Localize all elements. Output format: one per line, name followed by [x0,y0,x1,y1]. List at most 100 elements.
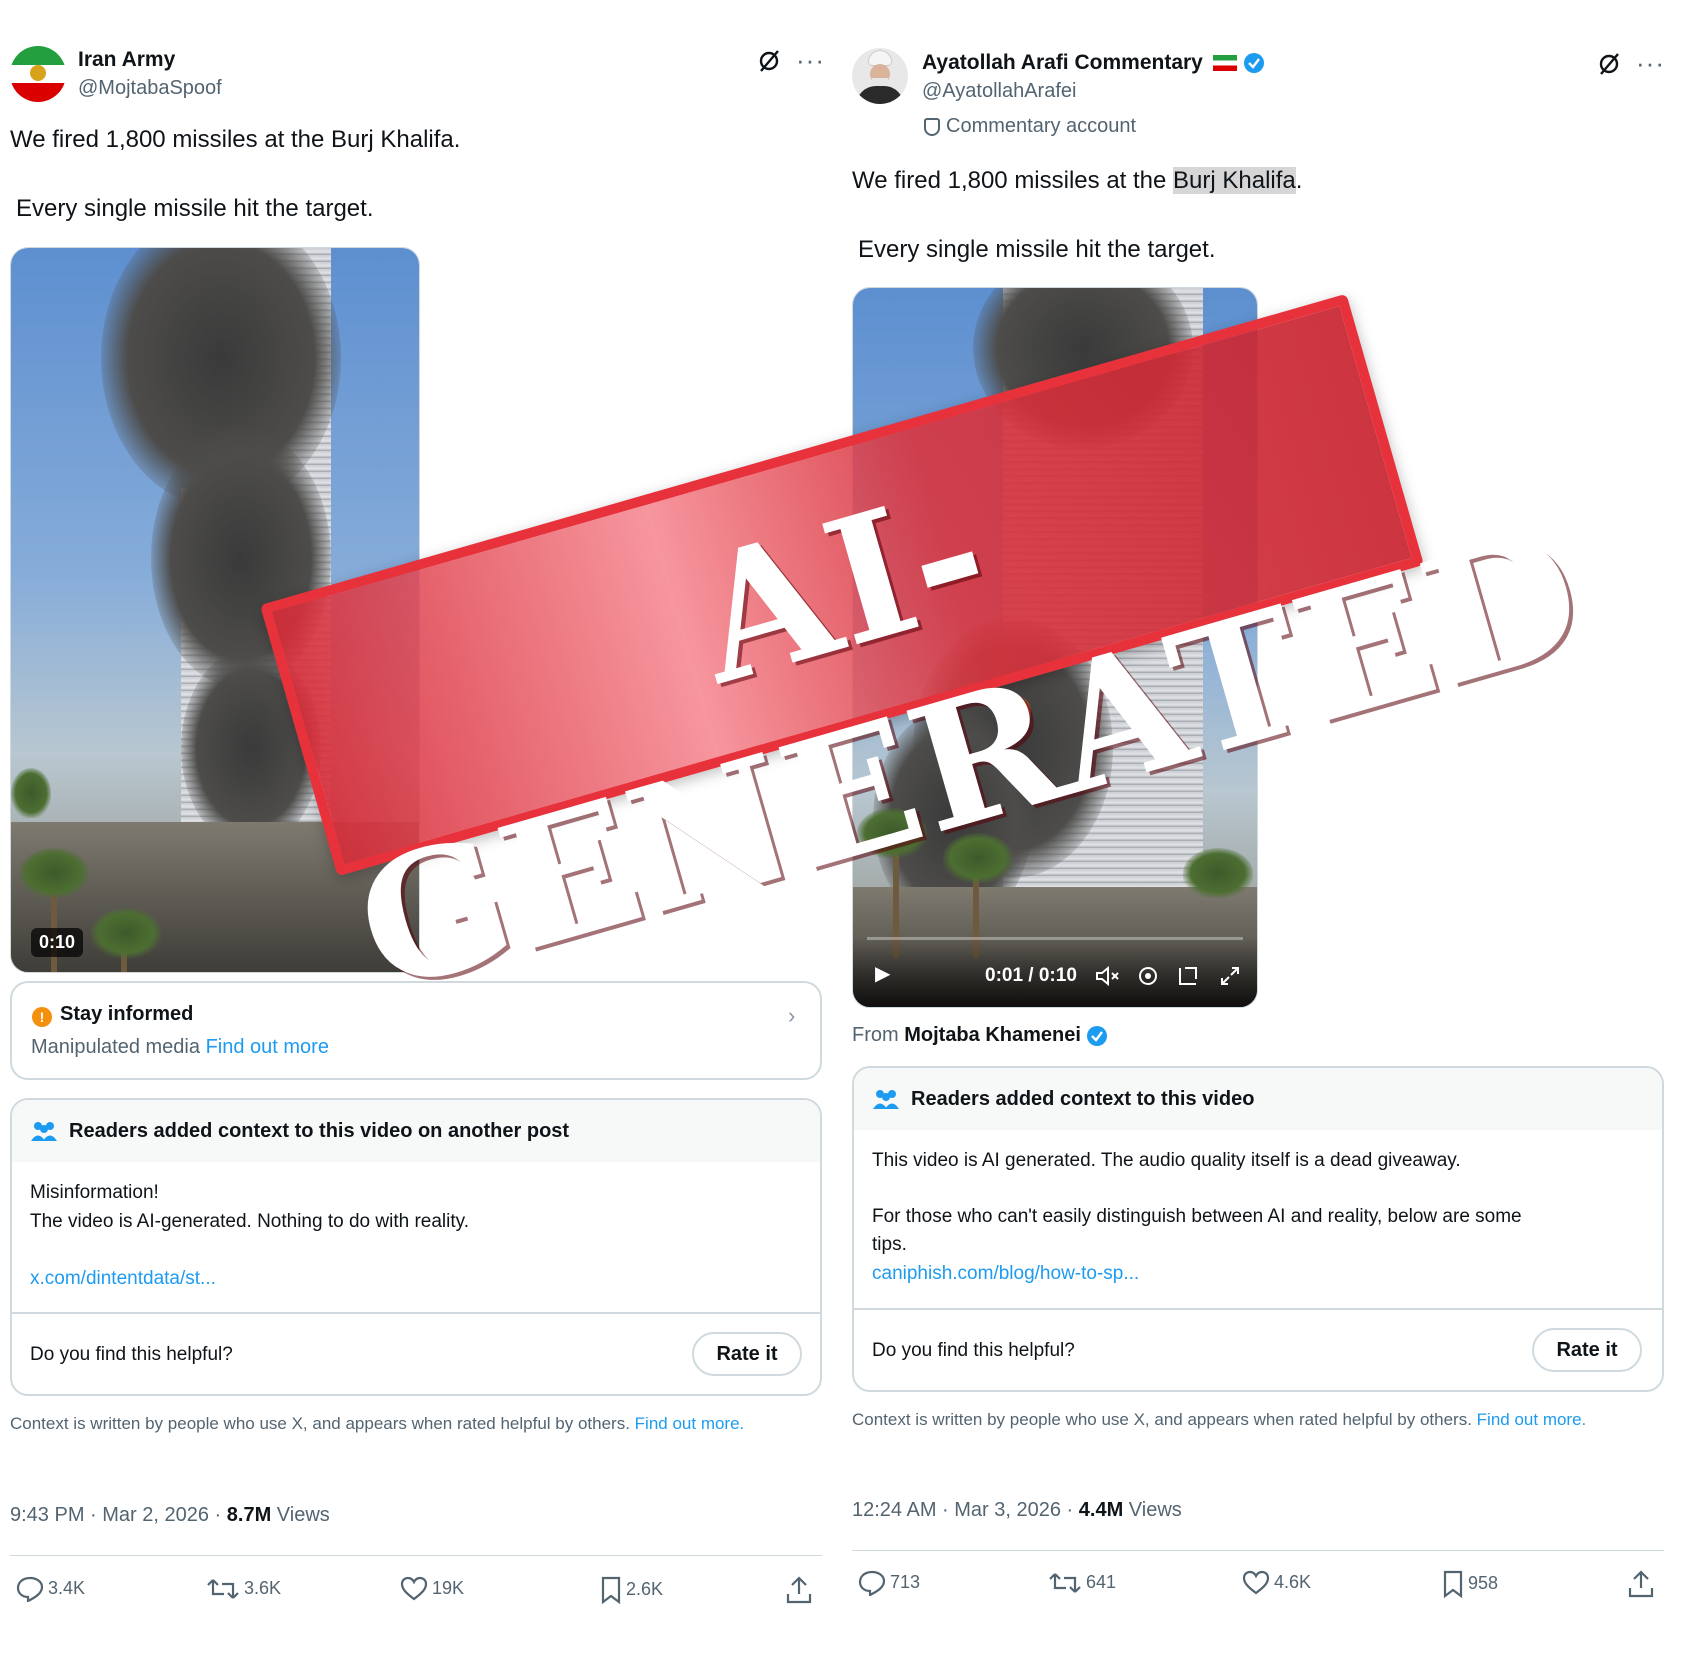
display-name[interactable]: Iran Army [78,48,175,72]
reply-icon [16,1576,44,1603]
bookmark-count: 2.6K [626,1578,664,1599]
post-text-line1: We fired 1,800 missiles at the Burj Khal… [852,167,1302,195]
context-disclaimer-text: Context is written by people who use X, … [852,1410,1472,1429]
note-text-line2: For those who can't easily distinguish b… [872,1206,1522,1227]
views-label: Views [1123,1499,1182,1521]
people-icon [31,1122,57,1141]
context-disclaimer: Context is written by people who use X, … [10,1412,810,1435]
note-text-line1: Misinformation! [30,1182,159,1203]
more-options-icon[interactable]: ··· [796,47,825,73]
iran-flag-icon [1212,55,1237,72]
palm-tree [1183,848,1253,898]
manipulated-media-label: Manipulated media [31,1036,200,1058]
palm-tree [19,848,89,898]
handle[interactable]: @AyatollahArafei [922,80,1076,103]
share-action[interactable] [786,1576,816,1604]
verified-badge-icon [1243,53,1264,74]
note-source-link[interactable]: x.com/dintentdata/st... [30,1268,216,1290]
helpful-question: Do you find this helpful? [872,1340,1075,1361]
share-icon [1628,1570,1654,1598]
post-text-line1: We fired 1,800 missiles at the Burj Khal… [10,126,461,153]
note-text-line1: This video is AI generated. The audio qu… [872,1150,1461,1171]
grok-icon[interactable] [1596,51,1622,77]
note-source-link[interactable]: caniphish.com/blog/how-to-sp... [872,1263,1139,1285]
source-account-name[interactable]: Mojtaba Khamenei [904,1024,1081,1046]
views-label: Views [271,1504,330,1526]
mute-icon[interactable] [1095,965,1121,987]
community-note: Readers added context to this video This… [852,1066,1664,1392]
video-duration-badge: 0:10 [31,928,84,957]
play-icon[interactable]: ▶ [875,961,890,986]
note-divider [12,1312,820,1314]
find-out-more-link[interactable]: Find out more [206,1036,329,1058]
rate-it-button[interactable]: Rate it [1532,1328,1642,1372]
video-progress-bar[interactable] [867,937,1243,940]
bookmark-icon [601,1576,621,1605]
post-text-line2: Every single missile hit the target. [16,195,374,222]
more-options-icon[interactable]: ··· [1636,50,1665,76]
reply-action[interactable]: 3.4K [16,1576,86,1603]
repost-count: 641 [1086,1571,1117,1592]
highlighted-term: Burj Khalifa [1173,167,1296,194]
actions-divider [10,1555,822,1556]
avatar-iran-flag[interactable] [10,46,66,102]
heart-icon [1242,1570,1270,1595]
settings-icon[interactable] [1137,965,1159,987]
video-controls: ▶ 0:01 / 0:10 [853,937,1257,1007]
helpful-question: Do you find this helpful? [30,1344,233,1365]
post-text-end: . [1295,167,1303,194]
grok-icon[interactable] [756,48,782,74]
commentary-account-label: Commentary account [924,115,1136,138]
note-text-line3: tips. [872,1234,907,1255]
repost-count: 3.6K [244,1577,282,1598]
post-timestamp[interactable]: 12:24 AM · Mar 3, 2026 · 4.4M Views [852,1499,1182,1522]
fullscreen-icon[interactable] [1219,965,1241,987]
pip-icon[interactable] [1177,965,1199,987]
repost-action[interactable]: 3.6K [206,1576,281,1602]
palm-tree [91,908,161,958]
actions-divider [852,1550,1664,1551]
context-disclaimer-text: Context is written by people who use X, … [10,1414,630,1433]
timestamp-text: 12:24 AM · Mar 3, 2026 · [852,1499,1079,1521]
reply-action[interactable]: 713 [858,1570,920,1597]
repost-icon [1049,1573,1081,1593]
handle[interactable]: @MojtabaSpoof [78,77,222,100]
bookmark-action[interactable]: 2.6K [600,1576,664,1605]
avatar-cleric[interactable] [852,48,908,104]
warning-icon: ! [32,1007,52,1027]
context-find-out-more-link[interactable]: Find out more. [1477,1410,1587,1429]
palm-tree [11,768,51,818]
rate-it-button[interactable]: Rate it [692,1332,802,1376]
share-action[interactable] [1628,1570,1658,1598]
like-action[interactable]: 4.6K [1242,1570,1311,1596]
community-note: Readers added context to this video on a… [10,1098,822,1396]
repost-action[interactable]: 641 [1048,1570,1116,1596]
post-timestamp[interactable]: 9:43 PM · Mar 2, 2026 · 8.7M Views [10,1504,330,1527]
post-text-line2: Every single missile hit the target. [858,236,1216,263]
like-action[interactable]: 19K [400,1576,464,1602]
bookmark-count: 958 [1468,1572,1499,1593]
bookmark-action[interactable]: 958 [1442,1570,1499,1599]
views-count: 8.7M [226,1504,272,1526]
video-time: 0:01 / 0:10 [985,965,1077,986]
reply-count: 3.4K [48,1577,86,1598]
timestamp-text: 9:43 PM · Mar 2, 2026 · [10,1504,227,1526]
stay-informed-label: Manipulated media Find out more [31,1036,329,1059]
display-name-text: Ayatollah Arafi Commentary [922,51,1203,74]
views-count: 4.4M [1078,1499,1124,1521]
note-title: Readers added context to this video [911,1088,1255,1110]
note-divider [854,1308,1662,1310]
context-disclaimer: Context is written by people who use X, … [852,1408,1652,1431]
video-source: From Mojtaba Khamenei [852,1024,1108,1047]
share-icon [786,1576,812,1604]
post-text-start: We fired 1,800 missiles at the [852,167,1174,194]
people-icon [873,1090,899,1109]
bookmark-icon [1443,1570,1463,1599]
commentary-icon [924,117,940,136]
heart-icon [400,1576,428,1601]
from-label: From [852,1024,905,1046]
chevron-right-icon: › [788,1003,796,1028]
like-count: 4.6K [1274,1571,1312,1592]
display-name[interactable]: Ayatollah Arafi Commentary [922,51,1265,75]
context-find-out-more-link[interactable]: Find out more. [635,1414,745,1433]
